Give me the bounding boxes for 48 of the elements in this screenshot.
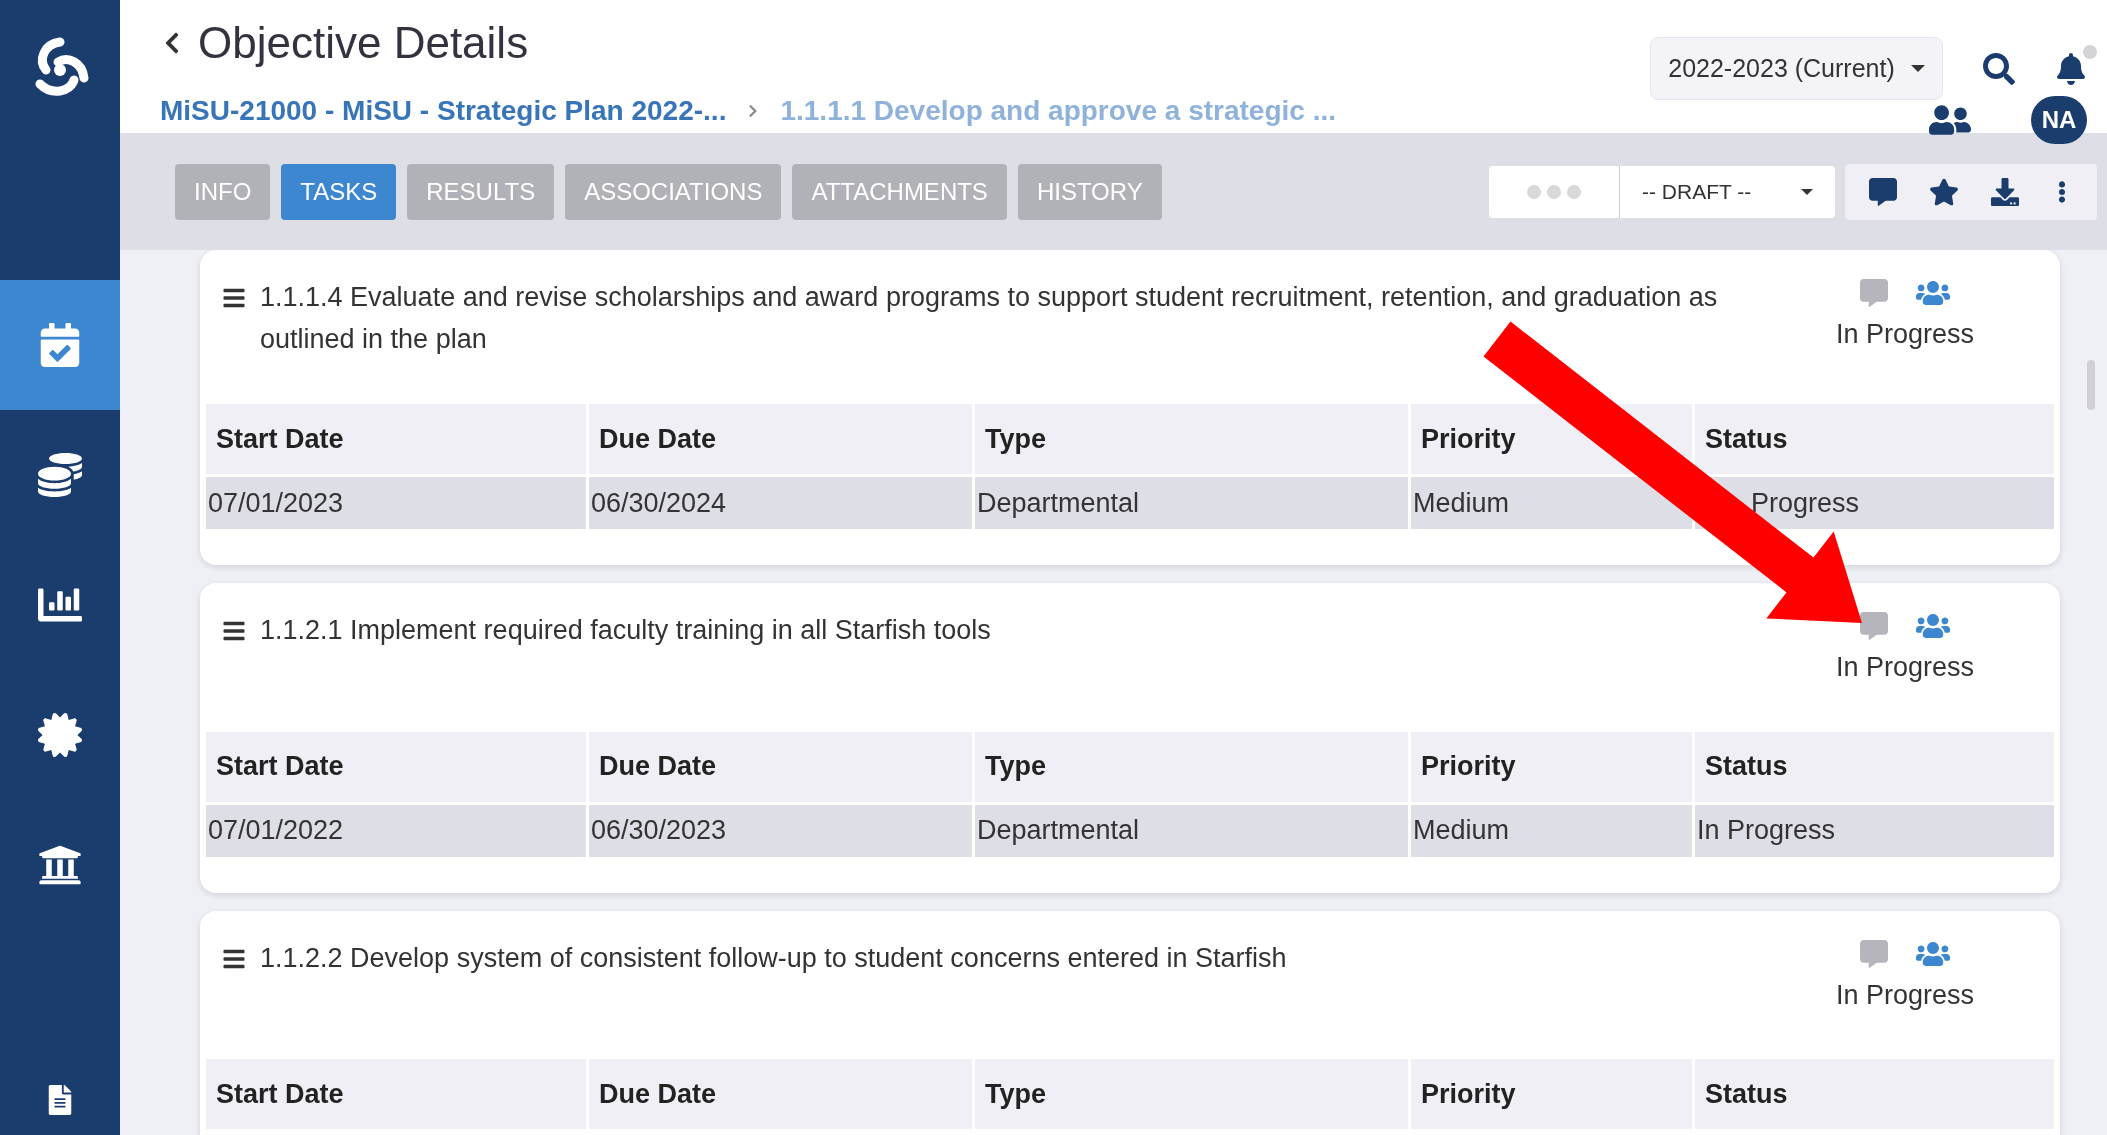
caret-icon [1801, 188, 1813, 195]
column-header: Due Date [589, 1059, 972, 1129]
column-header: Status [1695, 1059, 2054, 1129]
building-icon [38, 843, 82, 887]
task-status: In Progress [1835, 978, 1974, 1012]
column-header: Status [1695, 404, 2054, 474]
column-header: Priority [1411, 731, 1692, 802]
year-dropdown[interactable]: 2022-2023 (Current) [1650, 37, 1943, 100]
table-cell: Departmental [975, 804, 1408, 857]
task-title[interactable]: 1.1.2.1 Implement required faculty training in all Starfish tools [260, 609, 991, 651]
star-icon[interactable] [1929, 176, 1959, 207]
caret-icon [1910, 65, 1925, 72]
column-header: Status [1695, 731, 2054, 802]
user-avatar[interactable]: NA [2031, 96, 2087, 144]
column-header: Due Date [589, 404, 972, 474]
tab[interactable]: TASKS [281, 163, 397, 220]
breadcrumb-link[interactable]: MiSU-21000 - MiSU - Strategic Plan 2022-... [160, 90, 727, 132]
menu-icon[interactable] [222, 619, 246, 643]
column-header: Type [975, 1059, 1408, 1129]
column-header: Type [975, 404, 1408, 474]
task-title[interactable]: 1.1.1.4 Evaluate and revise scholarships and award programs to support student recruitment, retention, and graduation as outlined in the plan [260, 276, 1796, 360]
table-cell: Medium [1411, 804, 1692, 857]
comment-icon[interactable] [1869, 177, 1897, 206]
column-header: Start Date [206, 731, 586, 802]
table-cell: Medium [1411, 477, 1692, 529]
bell-icon[interactable] [2055, 52, 2087, 85]
page-title: Objective Details [198, 17, 529, 69]
calendar-check-icon [38, 323, 82, 367]
menu-icon[interactable] [222, 286, 246, 310]
task-status: In Progress [1835, 651, 1974, 684]
column-header: Start Date [206, 404, 586, 474]
table-cell: 07/01/2023 [206, 477, 586, 529]
column-header: Priority [1411, 1059, 1692, 1129]
table-cell: 07/01/2022 [206, 804, 586, 857]
column-header: Type [975, 731, 1408, 802]
table-cell: Departmental [975, 477, 1408, 529]
scrollbar-thumb[interactable] [2087, 360, 2095, 410]
table-cell: 06/30/2024 [589, 477, 972, 529]
coins-icon [38, 453, 82, 497]
table-cell: 06/30/2023 [589, 804, 972, 857]
column-header: Due Date [589, 731, 972, 802]
badge-icon [38, 713, 82, 757]
search-icon[interactable] [1983, 52, 2015, 85]
table-cell: In Progress [1695, 804, 2054, 857]
column-header: Start Date [206, 1059, 586, 1129]
task-status: In Progress [1835, 318, 1974, 351]
task-title[interactable]: 1.1.2.2 Develop system of consistent follow-up to student concerns entered in Starfish [260, 936, 1287, 979]
download-icon[interactable] [1991, 177, 2019, 206]
